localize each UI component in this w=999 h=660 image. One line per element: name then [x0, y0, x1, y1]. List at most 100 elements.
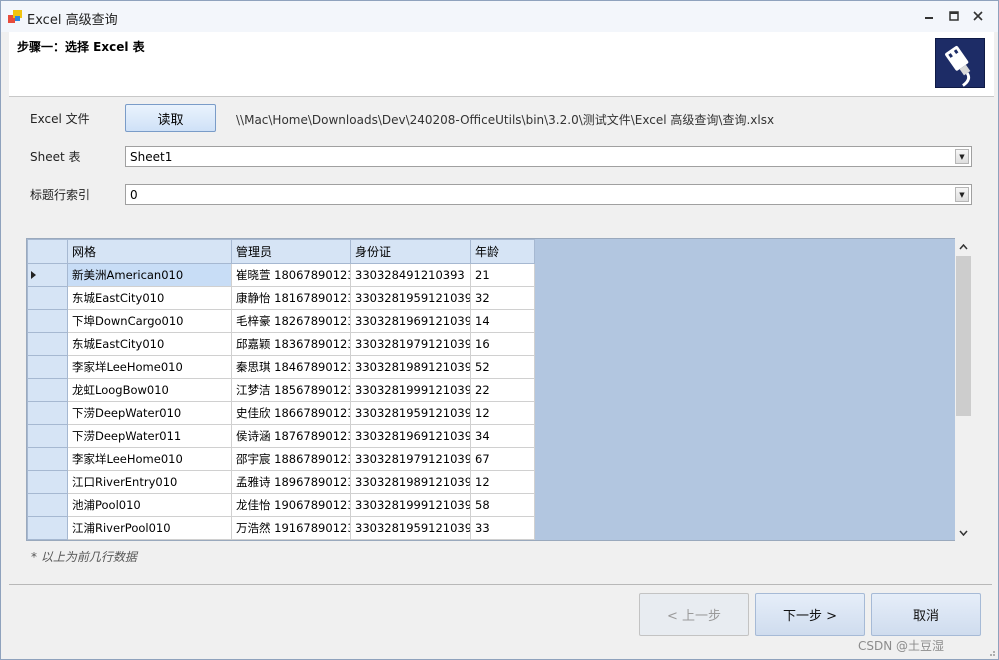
table-cell[interactable]: 李家垟LeeHome010	[67, 447, 232, 471]
table-cell[interactable]: 67	[470, 447, 535, 471]
table-row[interactable]: 江口RiverEntry010 孟雅诗 18967890123 3303281989…	[27, 470, 535, 494]
table-cell[interactable]: 330328196912103910	[350, 424, 471, 448]
table-cell[interactable]: 14	[470, 309, 535, 333]
row-header[interactable]	[27, 355, 68, 379]
window-title: Excel 高级查询	[27, 13, 118, 28]
row-header[interactable]	[27, 401, 68, 425]
table-cell[interactable]: 330328197912103920	[350, 447, 471, 471]
column-header[interactable]: 年龄	[470, 239, 535, 264]
table-cell[interactable]: 史佳欣 18667890123	[231, 401, 351, 425]
table-cell[interactable]: 330328196912103910	[350, 309, 471, 333]
table-cell[interactable]: 崔晓萱 18067890123	[231, 263, 351, 287]
table-cell[interactable]: 52	[470, 355, 535, 379]
table-cell[interactable]: 池浦Pool010	[67, 493, 232, 517]
row-header[interactable]	[27, 516, 68, 540]
table-cell[interactable]: 32	[470, 286, 535, 310]
current-row-indicator-icon	[31, 271, 36, 279]
table-cell[interactable]: 12	[470, 401, 535, 425]
minimize-icon[interactable]	[918, 7, 940, 25]
table-cell[interactable]: 东城EastCity010	[67, 332, 232, 356]
table-row[interactable]: 下涝DeepWater011 侯诗涵 18767890123 33032819691…	[27, 424, 535, 448]
row-header[interactable]	[27, 263, 68, 287]
table-row[interactable]: 下涝DeepWater010 史佳欣 18667890123 33032819591…	[27, 401, 535, 425]
table-cell[interactable]: 33	[470, 516, 535, 540]
table-cell[interactable]: 秦思琪 18467890123	[231, 355, 351, 379]
table-cell[interactable]: 330328198912103930	[350, 470, 471, 494]
row-header[interactable]	[27, 424, 68, 448]
data-grid[interactable]: 网格 管理员 身份证 年龄 新美洲American010 崔晓萱 18067890…	[26, 238, 972, 541]
table-cell[interactable]: 22	[470, 378, 535, 402]
table-cell[interactable]: 330328195912103930	[350, 286, 471, 310]
corner-header[interactable]	[27, 239, 68, 264]
header-index-label: 标题行索引	[30, 188, 91, 202]
table-row[interactable]: 东城EastCity010 康静怡 18167890123 330328195912…	[27, 286, 535, 310]
table-cell[interactable]: 下埠DownCargo010	[67, 309, 232, 333]
table-cell[interactable]: 毛梓豪 18267890123	[231, 309, 351, 333]
table-cell[interactable]: 330328491210393	[350, 263, 471, 287]
table-cell[interactable]: 江口RiverEntry010	[67, 470, 232, 494]
next-step-button[interactable]: 下一步 >	[755, 593, 865, 636]
read-button[interactable]: 读取	[125, 104, 216, 132]
scroll-thumb[interactable]	[956, 256, 971, 416]
table-cell[interactable]: 万浩然 19167890123	[231, 516, 351, 540]
table-cell[interactable]: 16	[470, 332, 535, 356]
preview-note: * 以上为前几行数据	[31, 550, 137, 564]
table-cell[interactable]: 东城EastCity010	[67, 286, 232, 310]
table-cell[interactable]: 孟雅诗 18967890123	[231, 470, 351, 494]
table-row[interactable]: 下埠DownCargo010 毛梓豪 18267890123 33032819691…	[27, 309, 535, 333]
table-cell[interactable]: 江浦RiverPool010	[67, 516, 232, 540]
row-header[interactable]	[27, 378, 68, 402]
table-cell[interactable]: 330328197912103920	[350, 332, 471, 356]
row-header[interactable]	[27, 493, 68, 517]
scroll-up-icon[interactable]	[955, 238, 972, 255]
table-cell[interactable]: 侯诗涵 18767890123	[231, 424, 351, 448]
close-icon[interactable]	[967, 7, 989, 25]
row-header[interactable]	[27, 309, 68, 333]
column-header[interactable]: 网格	[67, 239, 232, 264]
sheet-select[interactable]: Sheet1 ▼	[125, 146, 972, 167]
table-cell[interactable]: 李家垟LeeHome010	[67, 355, 232, 379]
table-row[interactable]: 东城EastCity010 邱嘉颖 18367890123 330328197912…	[27, 332, 535, 356]
row-header[interactable]	[27, 470, 68, 494]
dropdown-arrow-icon[interactable]: ▼	[955, 187, 969, 202]
table-cell[interactable]: 330328195912103930	[350, 401, 471, 425]
column-header[interactable]: 身份证	[350, 239, 471, 264]
resize-grip-icon[interactable]	[986, 647, 996, 657]
table-cell[interactable]: 330328195912103930	[350, 516, 471, 540]
table-cell[interactable]: 下涝DeepWater010	[67, 401, 232, 425]
row-header[interactable]	[27, 286, 68, 310]
table-cell[interactable]: 邱嘉颖 18367890123	[231, 332, 351, 356]
row-header[interactable]	[27, 332, 68, 356]
table-cell[interactable]: 龙虹LoogBow010	[67, 378, 232, 402]
table-cell[interactable]: 江梦洁 18567890123	[231, 378, 351, 402]
vertical-scrollbar[interactable]	[955, 238, 972, 541]
column-header[interactable]: 管理员	[231, 239, 351, 264]
cancel-button[interactable]: 取消	[871, 593, 981, 636]
title-bar[interactable]: Excel 高级查询	[1, 1, 998, 32]
maximize-icon[interactable]	[943, 7, 965, 25]
table-row[interactable]: 新美洲American010 崔晓萱 18067890123 33032849121…	[27, 263, 535, 287]
table-cell[interactable]: 12	[470, 470, 535, 494]
header-index-select[interactable]: 0 ▼	[125, 184, 972, 205]
table-cell[interactable]: 21	[470, 263, 535, 287]
prev-step-button[interactable]: < 上一步	[639, 593, 749, 636]
table-row[interactable]: 李家垟LeeHome010 秦思琪 18467890123 330328198912…	[27, 355, 535, 379]
table-row[interactable]: 池浦Pool010龙佳怡 190678901233303281999121039…	[27, 493, 535, 517]
table-row[interactable]: 江浦RiverPool010 万浩然 19167890123 33032819591…	[27, 516, 535, 540]
table-cell[interactable]: 康静怡 18167890123	[231, 286, 351, 310]
table-cell[interactable]: 新美洲American010	[67, 263, 232, 287]
dropdown-arrow-icon[interactable]: ▼	[955, 149, 969, 164]
table-cell[interactable]: 330328199912103940	[350, 493, 471, 517]
table-cell[interactable]: 龙佳怡 19067890123	[231, 493, 351, 517]
table-cell[interactable]: 34	[470, 424, 535, 448]
table-row[interactable]: 李家垟LeeHome010 邵宇宸 18867890123 330328197912…	[27, 447, 535, 471]
table-cell[interactable]: 58	[470, 493, 535, 517]
table-cell[interactable]: 下涝DeepWater011	[67, 424, 232, 448]
row-header[interactable]	[27, 447, 68, 471]
table-cell[interactable]: 邵宇宸 18867890123	[231, 447, 351, 471]
table-cell[interactable]: 330328199912103940	[350, 378, 471, 402]
table-cell[interactable]: 330328198912103930	[350, 355, 471, 379]
step-title: 步骤一：选择 Excel 表	[17, 40, 145, 54]
table-row[interactable]: 龙虹LoogBow010 江梦洁 18567890123 3303281999121…	[27, 378, 535, 402]
scroll-down-icon[interactable]	[955, 524, 972, 541]
